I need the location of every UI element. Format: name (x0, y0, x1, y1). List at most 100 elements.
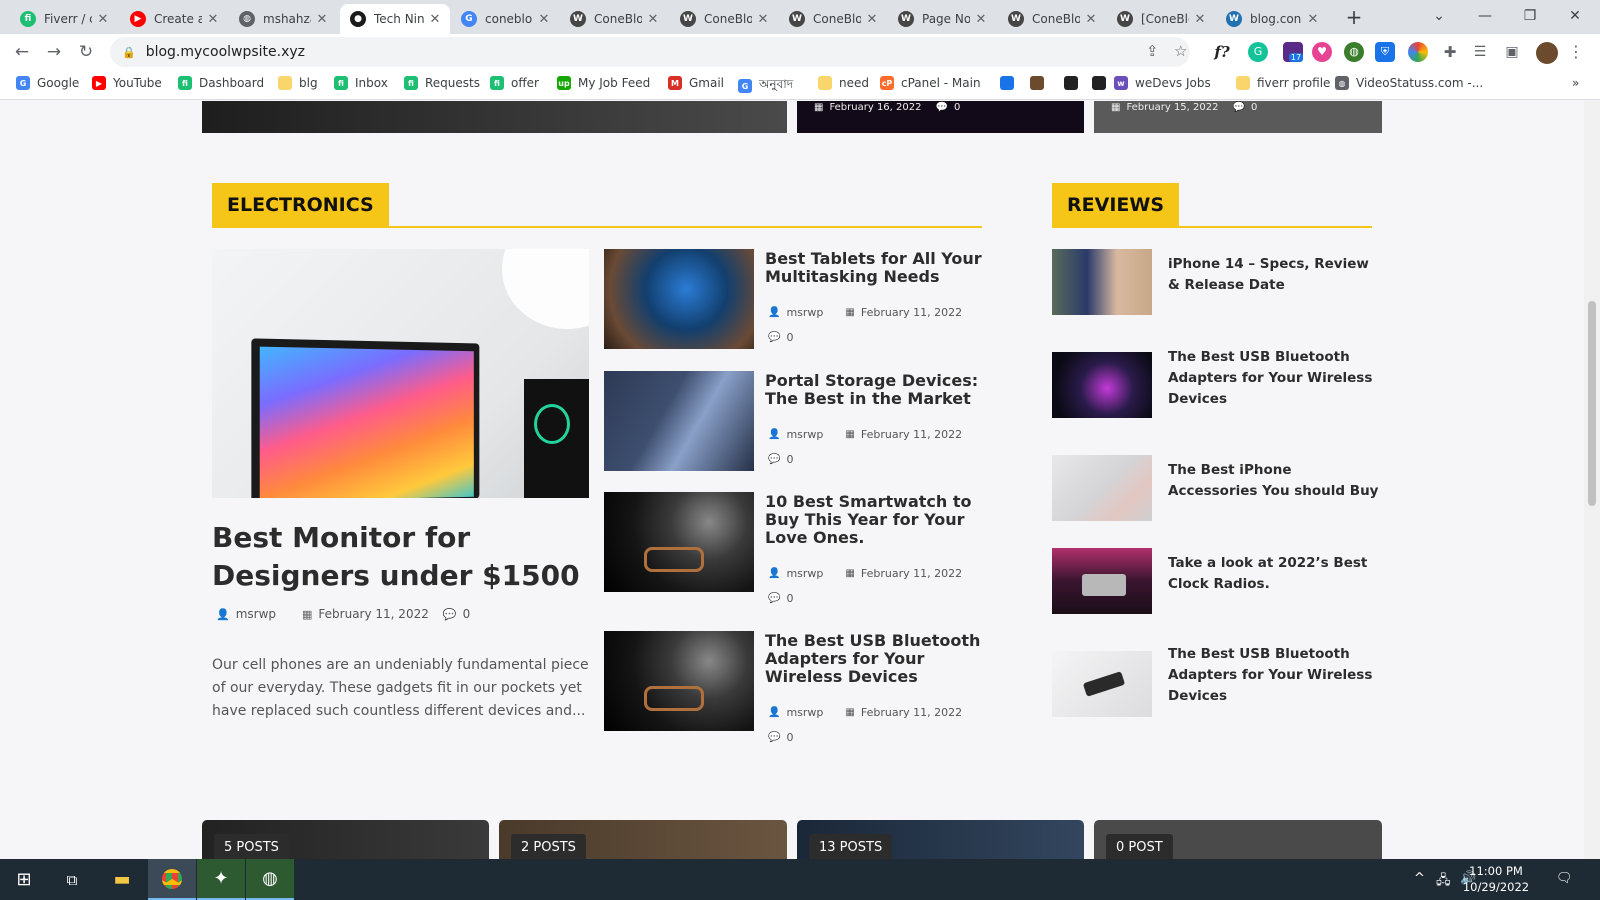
bookmark-item[interactable]: fi Inbox (334, 76, 388, 90)
category-card[interactable]: 13 POSTS (797, 820, 1084, 859)
post-title[interactable]: 10 Best Smartwatch to Buy This Year for … (765, 493, 990, 547)
file-explorer-icon[interactable]: ▬ (98, 859, 146, 900)
review-thumbnail[interactable] (1052, 249, 1152, 315)
post-title[interactable]: Portal Storage Devices: The Best in the … (765, 372, 990, 408)
extension-badge-icon[interactable]: 17 (1283, 42, 1304, 62)
close-tab-icon[interactable]: ✕ (96, 12, 110, 27)
tab-4[interactable]: ● Tech Nin ✕ (340, 4, 450, 34)
scrollbar-thumb[interactable] (1588, 301, 1596, 506)
tab-1[interactable]: fi Fiverr / c ✕ (10, 4, 118, 34)
review-title[interactable]: The Best USB Bluetooth Adapters for Your… (1168, 347, 1383, 410)
comment-count[interactable]: 0 (786, 731, 793, 744)
comment-count[interactable]: 0 (786, 331, 793, 344)
bookmark-item[interactable]: fi Requests (404, 76, 480, 90)
color-extension-icon[interactable] (1408, 42, 1428, 62)
review-thumbnail[interactable] (1052, 548, 1152, 614)
comment-count[interactable]: 0 (463, 607, 471, 621)
bookmark-star-icon[interactable]: ☆ (1174, 42, 1187, 60)
puzzle-icon[interactable]: ✚ (1440, 42, 1460, 62)
globe-app-icon[interactable]: ◍ (246, 859, 294, 900)
close-window-button[interactable]: ✕ (1560, 4, 1590, 28)
restore-button[interactable]: ❐ (1515, 4, 1545, 28)
chrome-icon[interactable] (148, 859, 196, 900)
bookmark-item[interactable]: ◍ VideoStatuss.com -... (1335, 76, 1483, 90)
more-bookmarks-icon[interactable]: » (1572, 76, 1579, 90)
post-date[interactable]: February 11, 2022 (861, 428, 962, 441)
post-thumbnail[interactable] (604, 631, 754, 731)
share-icon[interactable]: ⇪ (1146, 42, 1159, 60)
bookmark-item[interactable]: cP cPanel - Main (880, 76, 981, 90)
bookmark-icon-item[interactable] (1092, 76, 1113, 90)
tab-2[interactable]: ▶ Create a ✕ (120, 4, 228, 34)
heart-extension-icon[interactable]: ♥ (1312, 42, 1332, 62)
globe-extension-icon[interactable]: ◍ (1344, 42, 1364, 62)
post-thumbnail[interactable] (604, 492, 754, 592)
minimize-button[interactable]: — (1470, 4, 1500, 28)
tab-search-button[interactable]: ⌄ (1424, 4, 1454, 28)
bookmark-item[interactable]: up My Job Feed (557, 76, 650, 90)
tab-11[interactable]: W [ConeBlo ✕ (1107, 4, 1215, 34)
post-author[interactable]: msrwp (236, 607, 276, 621)
review-title[interactable]: Take a look at 2022’s Best Clock Radios. (1168, 553, 1383, 595)
close-tab-icon[interactable]: ✕ (865, 12, 879, 27)
font-extension-icon[interactable]: f? (1212, 42, 1232, 62)
reload-icon[interactable]: ↻ (74, 40, 98, 64)
post-author[interactable]: msrwp (786, 706, 823, 719)
post-date[interactable]: February 11, 2022 (318, 607, 428, 621)
address-bar[interactable]: 🔒 blog.mycoolwpsite.xyz ⇪ ☆ (110, 37, 1190, 67)
review-title[interactable]: The Best USB Bluetooth Adapters for Your… (1168, 644, 1383, 707)
bookmark-item[interactable]: need (818, 76, 869, 90)
tab-5[interactable]: Gconebloc ✕ (451, 4, 559, 34)
review-title[interactable]: The Best iPhone Accessories You should B… (1168, 460, 1383, 502)
close-tab-icon[interactable]: ✕ (315, 12, 329, 27)
post-author[interactable]: msrwp (786, 428, 823, 441)
bookmark-item[interactable]: w weDevs Jobs (1114, 76, 1211, 90)
vertical-scrollbar[interactable] (1584, 101, 1600, 859)
close-tab-icon[interactable]: ✕ (756, 12, 770, 27)
category-card[interactable]: 0 POST (1094, 820, 1382, 859)
post-title[interactable]: Best Tablets for All Your Multitasking N… (765, 250, 990, 286)
url-text[interactable]: blog.mycoolwpsite.xyz (146, 44, 305, 60)
top-post-card[interactable]: ▦ February 16, 2022 💬 0 (797, 101, 1084, 133)
post-date[interactable]: February 11, 2022 (861, 567, 962, 580)
section-title[interactable]: ELECTRONICS (212, 183, 389, 228)
system-clock[interactable]: 11:00 PM 10/29/2022 (1462, 863, 1530, 895)
menu-icon[interactable]: ⋮ (1566, 42, 1586, 62)
reading-list-icon[interactable]: ☰ (1470, 42, 1490, 62)
review-thumbnail[interactable] (1052, 651, 1152, 717)
bookmark-icon-item[interactable] (1000, 76, 1021, 90)
notification-icon[interactable]: 🗨 (1556, 871, 1573, 886)
close-tab-icon[interactable]: ✕ (646, 12, 660, 27)
forward-icon[interactable]: → (42, 40, 66, 64)
bookmark-icon-item[interactable] (1030, 76, 1051, 90)
post-date[interactable]: February 11, 2022 (861, 306, 962, 319)
avatar[interactable] (1536, 42, 1558, 64)
bookmark-item[interactable]: ▶ YouTube (92, 76, 162, 90)
network-icon[interactable]: 🖧 (1436, 871, 1451, 893)
bookmark-item[interactable]: G Google (16, 76, 79, 90)
tab-12[interactable]: Wblog.con ✕ (1216, 4, 1328, 34)
section-title[interactable]: REVIEWS (1052, 183, 1180, 228)
comment-count[interactable]: 0 (786, 453, 793, 466)
close-tab-icon[interactable]: ✕ (1084, 12, 1098, 27)
tray-chevron-icon[interactable]: ^ (1414, 871, 1425, 886)
top-post-card[interactable]: ▦ February 15, 2022 💬 0 (1094, 101, 1382, 133)
back-icon[interactable]: ← (10, 40, 34, 64)
side-panel-icon[interactable]: ▣ (1502, 42, 1522, 62)
tab-6[interactable]: W ConeBlo ✕ (560, 4, 668, 34)
shield-extension-icon[interactable]: ⛨ (1375, 42, 1395, 62)
tab-3[interactable]: ◍ mshahza ✕ (229, 4, 337, 34)
post-title[interactable]: The Best USB Bluetooth Adapters for Your… (765, 632, 990, 686)
tab-9[interactable]: W Page No ✕ (888, 4, 996, 34)
post-thumbnail[interactable] (604, 249, 754, 349)
close-tab-icon[interactable]: ✕ (974, 12, 988, 27)
close-tab-icon[interactable]: ✕ (1193, 12, 1207, 27)
windows-start-icon[interactable]: ⊞ (0, 859, 48, 900)
task-view-icon[interactable]: ⧉ (48, 859, 96, 900)
tab-8[interactable]: W ConeBlo ✕ (779, 4, 887, 34)
tab-7[interactable]: W ConeBlo ✕ (670, 4, 778, 34)
bookmark-item[interactable]: fiverr profile (1236, 76, 1330, 90)
review-thumbnail[interactable] (1052, 455, 1152, 521)
bookmark-item[interactable]: G অনুবাদ (738, 76, 793, 96)
featured-post-image[interactable] (212, 249, 589, 498)
